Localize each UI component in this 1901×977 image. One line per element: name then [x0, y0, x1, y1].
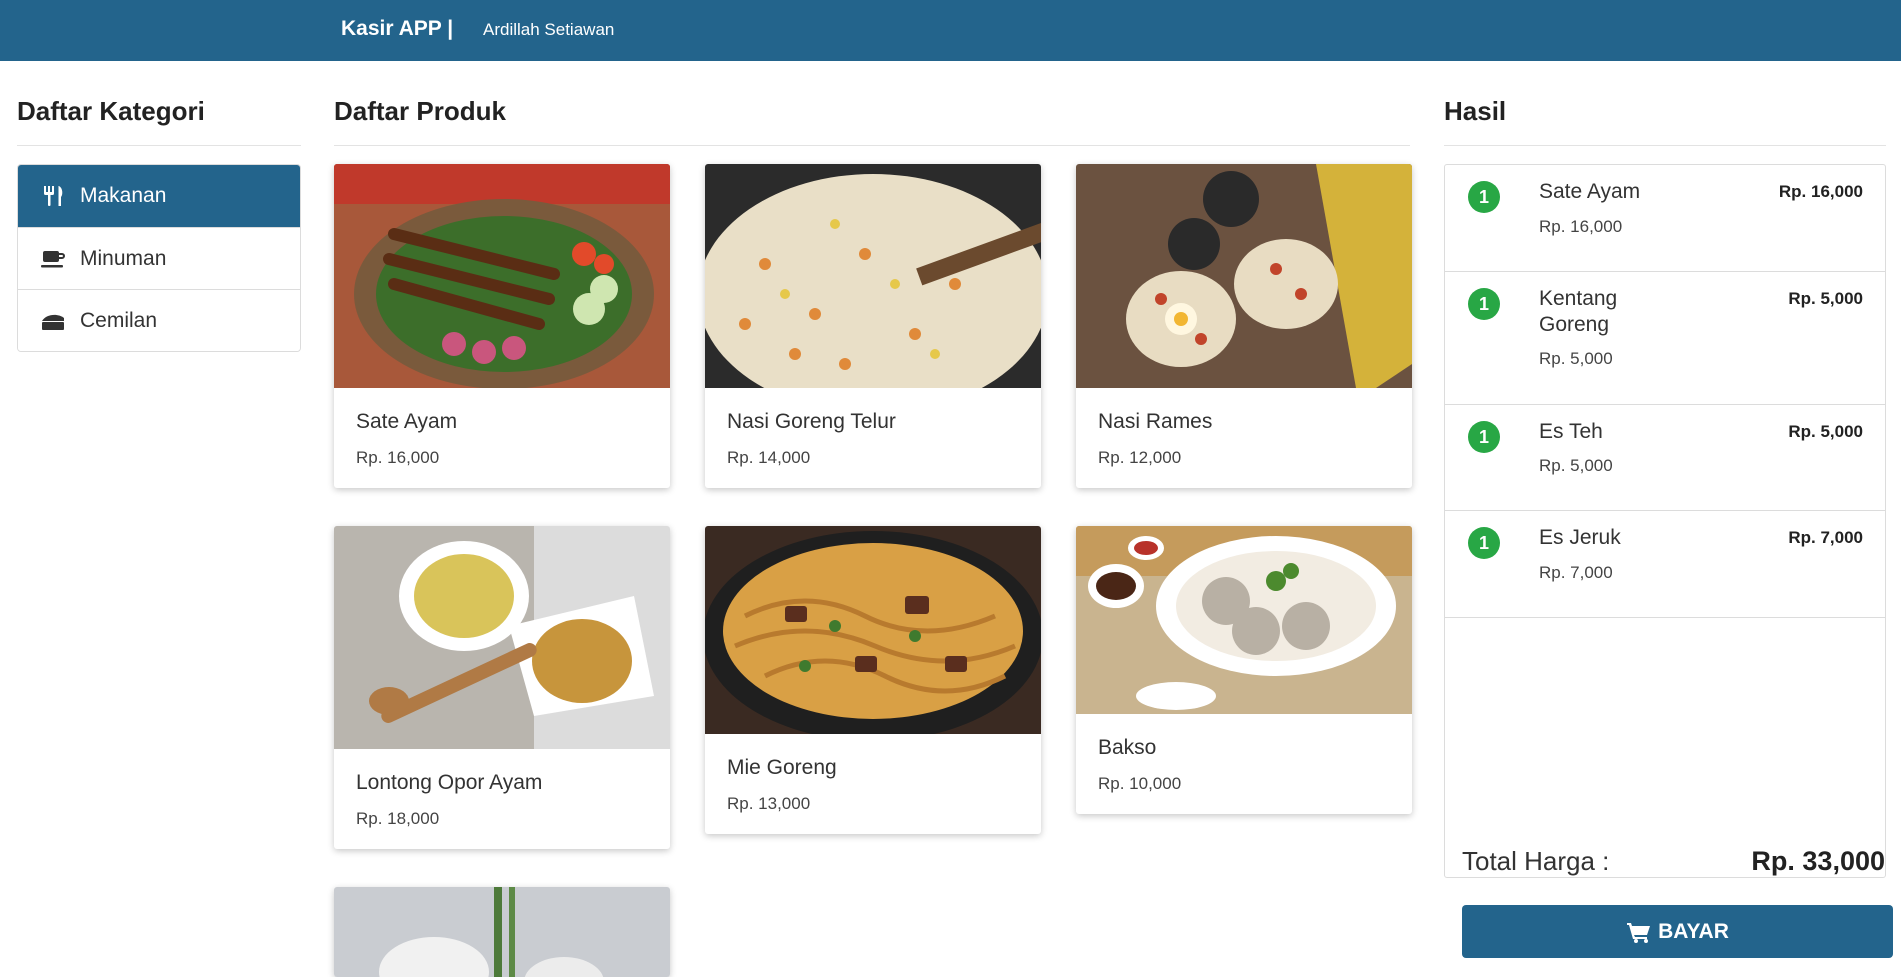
product-price: Rp. 12,000: [1098, 448, 1182, 467]
category-title: Daftar Kategori: [17, 96, 301, 146]
category-item-cemilan[interactable]: Cemilan: [18, 289, 300, 351]
order-unit-price: Rp. 16,000: [1539, 217, 1623, 236]
mie-goreng-photo: [705, 526, 1041, 734]
total-label: Total Harga :: [1462, 846, 1610, 876]
bakso-photo: [1076, 526, 1412, 714]
product-name: Bakso: [1098, 736, 1157, 759]
pay-button[interactable]: BAYAR: [1462, 905, 1893, 958]
utensils-icon: [40, 185, 66, 207]
order-total: Rp. 16,000: [1778, 182, 1863, 201]
product-card[interactable]: Bakso Rp. 10,000: [1076, 526, 1412, 814]
product-card[interactable]: Sate Ayam Rp. 16,000: [334, 164, 670, 488]
cart-icon: [1626, 921, 1658, 943]
order-item[interactable]: 1 Es Jeruk Rp. 7,000 Rp. 7,000: [1445, 511, 1885, 618]
product-name: Mie Goreng: [727, 756, 837, 779]
order-item[interactable]: 1 Kentang Goreng Rp. 5,000 Rp. 5,000: [1445, 272, 1885, 405]
order-unit-price: Rp. 7,000: [1539, 563, 1613, 582]
product-card[interactable]: Mie Goreng Rp. 13,000: [705, 526, 1041, 834]
order-name: Es Teh: [1539, 420, 1603, 443]
product-card[interactable]: [334, 887, 670, 977]
nasi-goreng-photo: [705, 164, 1041, 388]
category-label: Minuman: [80, 246, 167, 270]
category-label: Makanan: [80, 184, 167, 207]
order-item[interactable]: 1 Es Teh Rp. 5,000 Rp. 5,000: [1445, 405, 1885, 511]
cheese-icon: [40, 310, 66, 332]
product-price: Rp. 14,000: [727, 448, 811, 467]
product-price: Rp. 18,000: [356, 809, 440, 828]
app-brand[interactable]: Kasir APP |: [341, 17, 453, 41]
product-photo: [334, 887, 670, 977]
product-card[interactable]: Nasi Rames Rp. 12,000: [1076, 164, 1412, 488]
product-price: Rp. 10,000: [1098, 774, 1182, 793]
total-value: Rp. 33,000: [1751, 846, 1885, 876]
sate-ayam-photo: [334, 164, 670, 388]
order-name: Es Jeruk: [1539, 526, 1621, 549]
product-price: Rp. 13,000: [727, 794, 811, 813]
product-price: Rp. 16,000: [356, 448, 440, 467]
qty-badge: 1: [1468, 288, 1500, 320]
lontong-opor-photo: [334, 526, 670, 749]
category-list: Makanan Minuman Cemilan: [17, 164, 301, 352]
order-total: Rp. 7,000: [1788, 528, 1863, 547]
product-name: Lontong Opor Ayam: [356, 771, 543, 794]
category-item-makanan[interactable]: Makanan: [18, 165, 300, 227]
qty-badge: 1: [1468, 421, 1500, 453]
product-card[interactable]: Nasi Goreng Telur Rp. 14,000: [705, 164, 1041, 488]
order-name: Sate Ayam: [1539, 180, 1641, 203]
order-total: Rp. 5,000: [1788, 289, 1863, 308]
order-unit-price: Rp. 5,000: [1539, 349, 1613, 368]
category-item-minuman[interactable]: Minuman: [18, 227, 300, 289]
coffee-icon: [40, 248, 66, 270]
category-label: Cemilan: [80, 308, 158, 332]
qty-badge: 1: [1468, 181, 1500, 213]
pay-label: BAYAR: [1658, 919, 1729, 943]
order-name: Kentang Goreng: [1539, 287, 1618, 336]
order-list: 1 Sate Ayam Rp. 16,000 Rp. 16,000 1 Kent…: [1444, 164, 1886, 878]
product-name: Nasi Goreng Telur: [727, 410, 896, 433]
product-name: Sate Ayam: [356, 410, 458, 433]
nasi-rames-photo: [1076, 164, 1412, 388]
total-row: Total Harga : Rp. 33,000: [1462, 846, 1885, 882]
order-unit-price: Rp. 5,000: [1539, 456, 1613, 475]
product-card[interactable]: Lontong Opor Ayam Rp. 18,000: [334, 526, 670, 849]
user-name: Ardillah Setiawan: [483, 20, 615, 39]
order-item[interactable]: 1 Sate Ayam Rp. 16,000 Rp. 16,000: [1445, 165, 1885, 272]
product-title: Daftar Produk: [334, 96, 1410, 146]
product-name: Nasi Rames: [1098, 410, 1213, 433]
top-navbar: Kasir APP | Ardillah Setiawan: [0, 0, 1901, 61]
order-total: Rp. 5,000: [1788, 422, 1863, 441]
result-title: Hasil: [1444, 96, 1886, 146]
qty-badge: 1: [1468, 527, 1500, 559]
